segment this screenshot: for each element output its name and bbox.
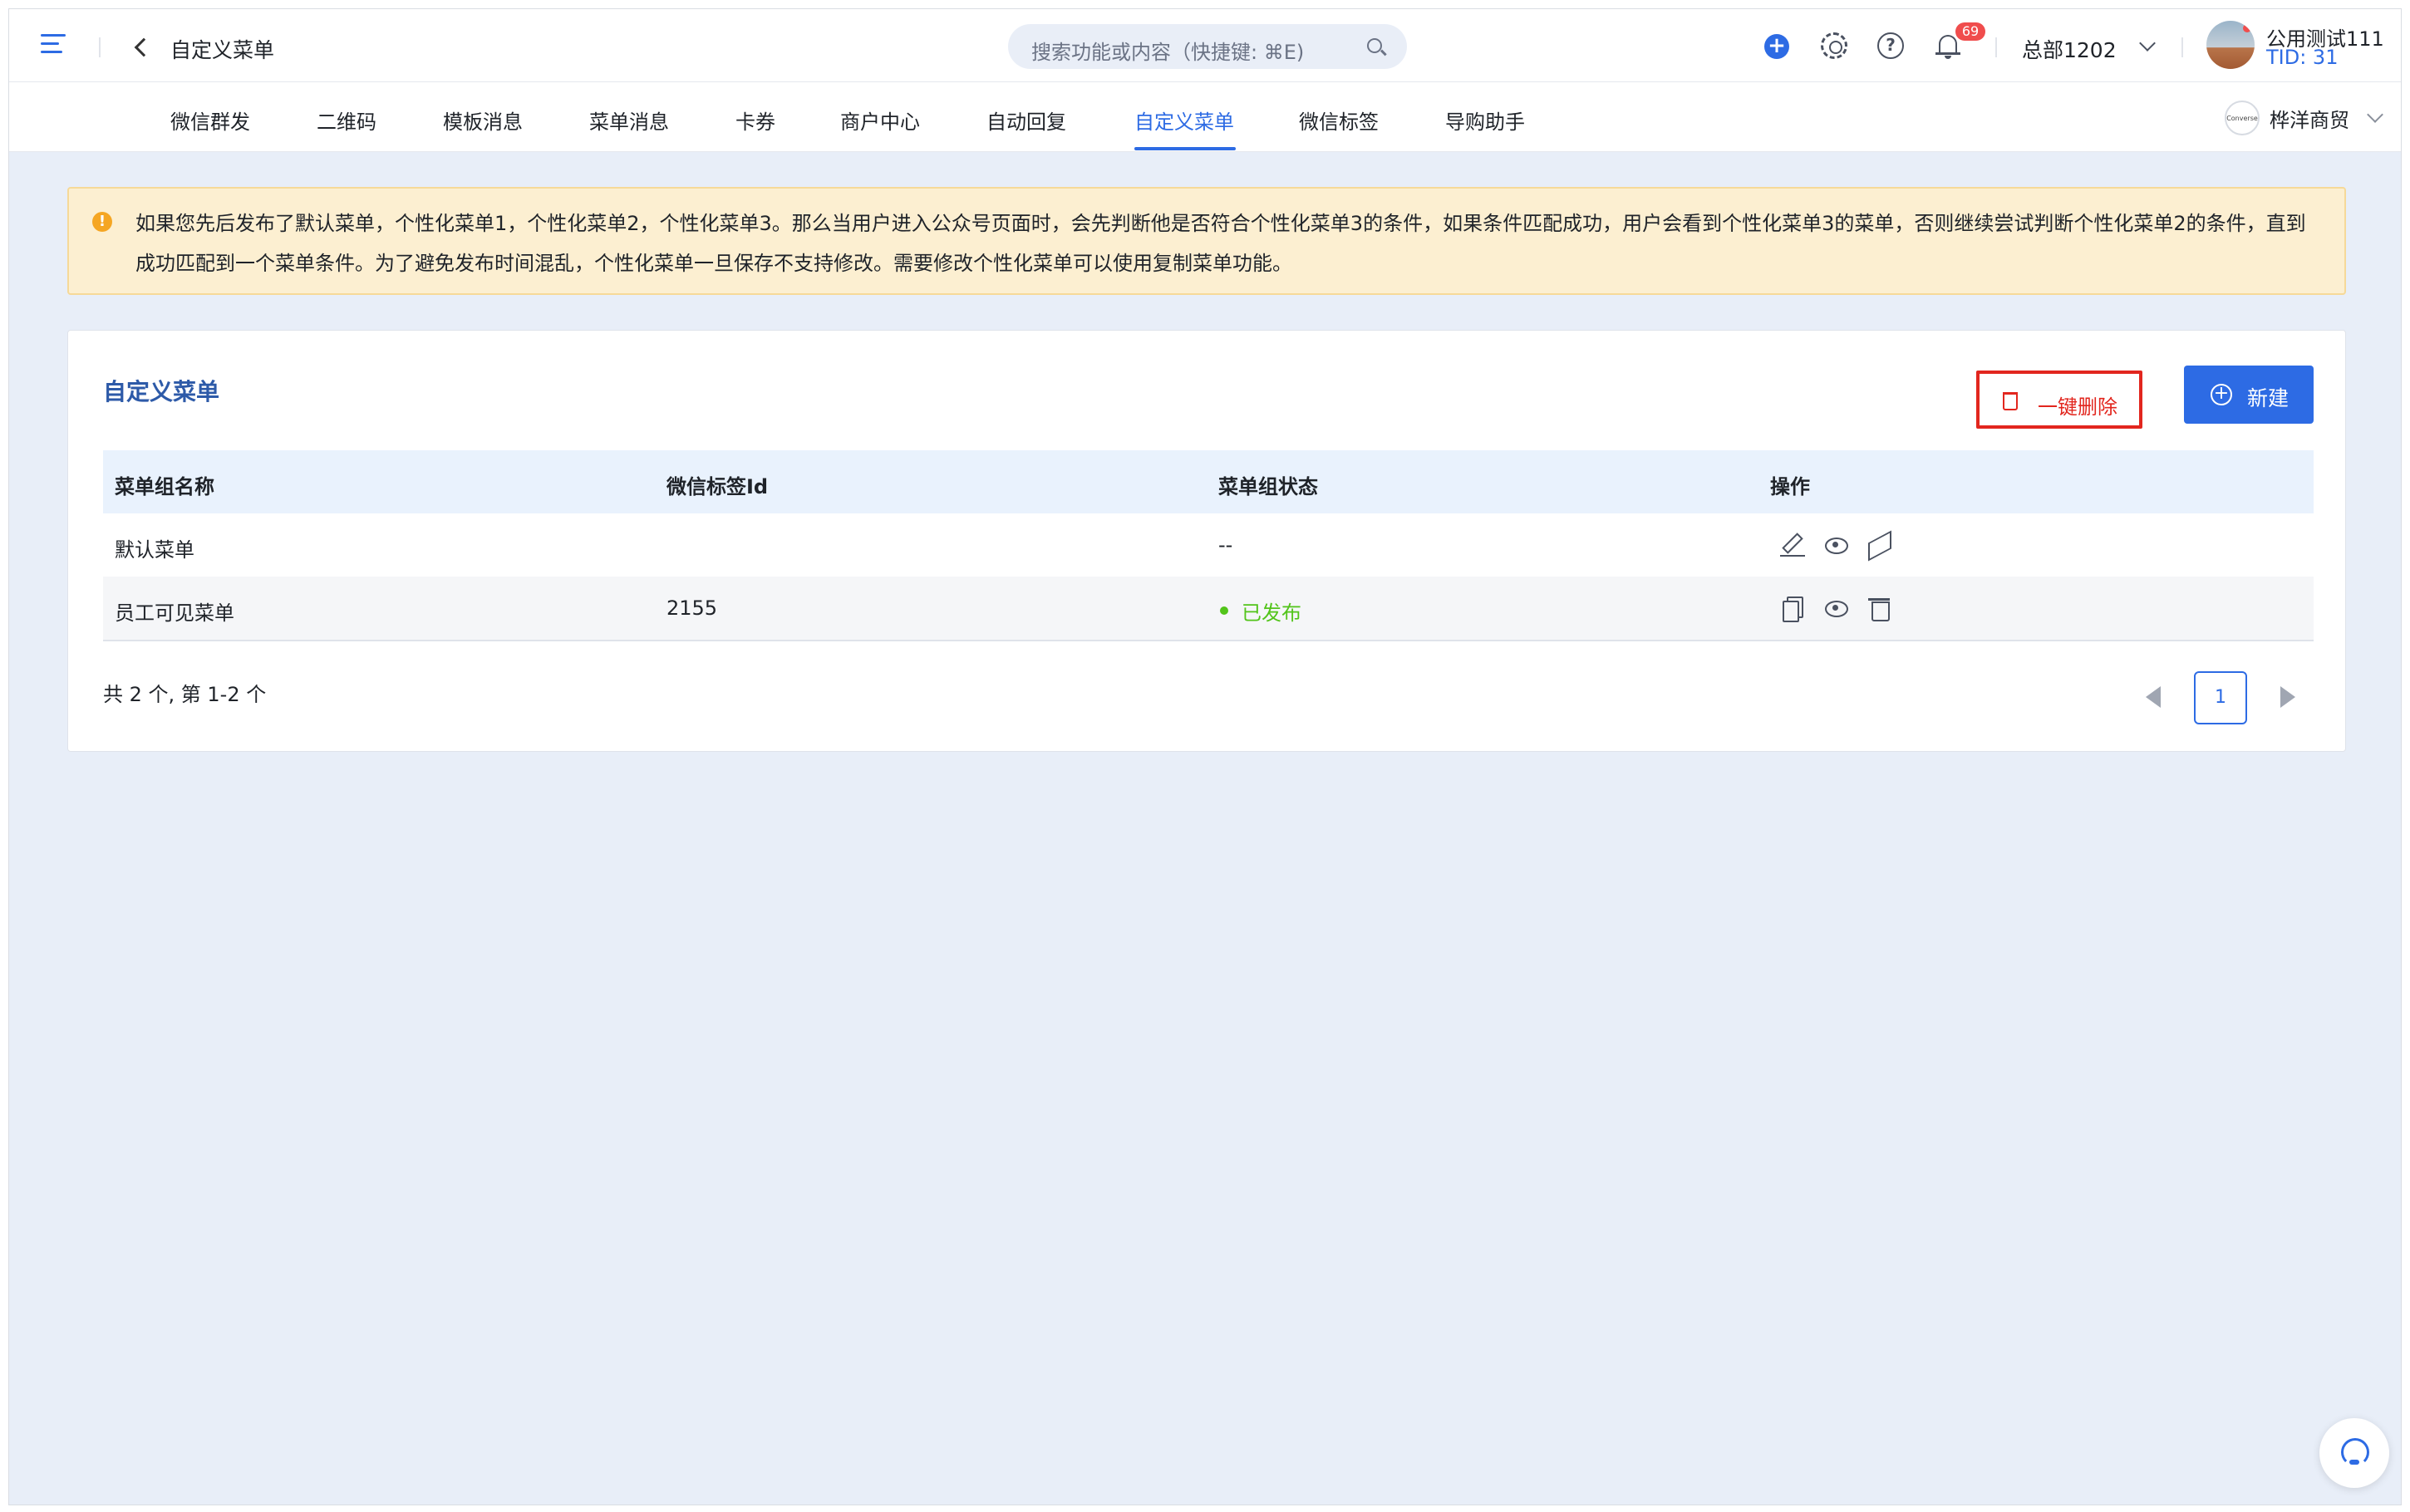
delete-all-label: 一键删除 [2038,395,2117,419]
page-number-button[interactable]: 1 [2194,671,2247,724]
table-header: 菜单组名称 微信标签Id 菜单组状态 操作 [103,450,2314,513]
hamburger-menu-icon[interactable] [41,34,66,56]
header-divider [99,37,101,57]
shop-selector[interactable]: 桦洋商贸 [2270,104,2349,133]
tab-custom-menu[interactable]: 自定义菜单 [1134,106,1234,135]
tab-qrcode[interactable]: 二维码 [317,106,376,135]
user-tid: TID: 31 [2266,46,2339,69]
plus-circle-icon: + [2211,384,2232,405]
table-row: 员工可见菜单 2155 已发布 [103,577,2314,640]
tab-template-message[interactable]: 模板消息 [443,106,523,135]
column-header-tag-id: 微信标签Id [666,475,769,498]
table-divider [103,640,2314,641]
menu-name-cell: 默认菜单 [115,538,194,562]
tab-shopping-guide[interactable]: 导购助手 [1445,106,1525,135]
pagination-summary: 共 2 个, 第 1-2 个 [103,683,267,706]
tab-wechat-broadcast[interactable]: 微信群发 [170,106,250,135]
tag-id-cell: 2155 [666,596,718,620]
prev-page-icon[interactable] [2146,686,2161,708]
custom-menu-card: 自定义菜单 一键删除 + 新建 菜单组名称 微信标签Id 菜单组状态 操作 默认… [67,330,2346,752]
new-label: 新建 [2247,386,2290,410]
copy-icon[interactable] [1780,595,1805,622]
table-row: 默认菜单 -- [103,513,2314,577]
tab-bar: 微信群发 二维码 模板消息 菜单消息 卡券 商户中心 自动回复 自定义菜单 微信… [9,82,2401,152]
app-frame: 自定义菜单 搜索功能或内容（快捷键: ⌘E) + ? 69 总部1202 公用测… [8,8,2402,1505]
eye-icon[interactable] [1823,532,1848,557]
chevron-down-icon[interactable] [2139,35,2156,52]
customer-support-icon[interactable] [2319,1418,2389,1488]
search-icon[interactable] [1367,38,1382,53]
edit-icon[interactable] [1780,532,1805,557]
department-selector[interactable]: 总部1202 [2022,34,2117,64]
top-header: 自定义菜单 搜索功能或内容（快捷键: ⌘E) + ? 69 总部1202 公用测… [9,9,2401,82]
trash-icon [2003,392,2018,410]
delete-all-button[interactable]: 一键删除 [1976,371,2142,429]
page-title: 自定义菜单 [170,38,275,62]
help-icon[interactable]: ? [1877,32,1904,59]
tab-menu-message[interactable]: 菜单消息 [589,106,669,135]
status-badge: 已发布 [1242,601,1301,625]
notice-text: 如果您先后发布了默认菜单，个性化菜单1，个性化菜单2，个性化菜单3。那么当用户进… [135,212,2306,275]
next-page-icon[interactable] [2280,686,2295,708]
active-tab-indicator [1134,147,1236,150]
column-header-status: 菜单组状态 [1218,475,1318,498]
tab-auto-reply[interactable]: 自动回复 [986,106,1066,135]
column-header-actions: 操作 [1770,475,1810,498]
menu-name-cell: 员工可见菜单 [115,601,234,625]
tab-merchant-center[interactable]: 商户中心 [840,106,920,135]
new-menu-button[interactable]: + 新建 [2184,366,2314,424]
status-cell: -- [1218,533,1233,557]
add-circle-icon[interactable]: + [1764,34,1789,59]
info-notice: ! 如果您先后发布了默认菜单，个性化菜单1，个性化菜单2，个性化菜单3。那么当用… [67,187,2346,295]
search-placeholder: 搜索功能或内容（快捷键: ⌘E) [1031,41,1305,64]
menu-table: 菜单组名称 微信标签Id 菜单组状态 操作 默认菜单 -- 员工可见菜单 215… [103,450,2314,641]
avatar[interactable] [2206,21,2255,69]
trash-icon[interactable] [1867,595,1891,621]
eye-icon[interactable] [1823,595,1848,620]
card-title: 自定义菜单 [103,378,220,405]
notification-badge: 69 [1955,22,1985,41]
header-divider [1995,37,1997,57]
search-input[interactable]: 搜索功能或内容（快捷键: ⌘E) [1008,24,1407,69]
back-arrow-icon[interactable] [134,37,154,57]
status-dot [1220,606,1228,615]
header-divider [2181,37,2183,57]
shop-logo: Converse [2225,101,2260,135]
column-header-name: 菜单组名称 [115,475,214,498]
tab-coupon[interactable]: 卡券 [735,106,775,135]
tab-wechat-tags[interactable]: 微信标签 [1299,106,1379,135]
send-icon[interactable] [1867,532,1891,557]
warning-icon: ! [92,212,112,232]
gear-icon[interactable] [1821,32,1847,59]
